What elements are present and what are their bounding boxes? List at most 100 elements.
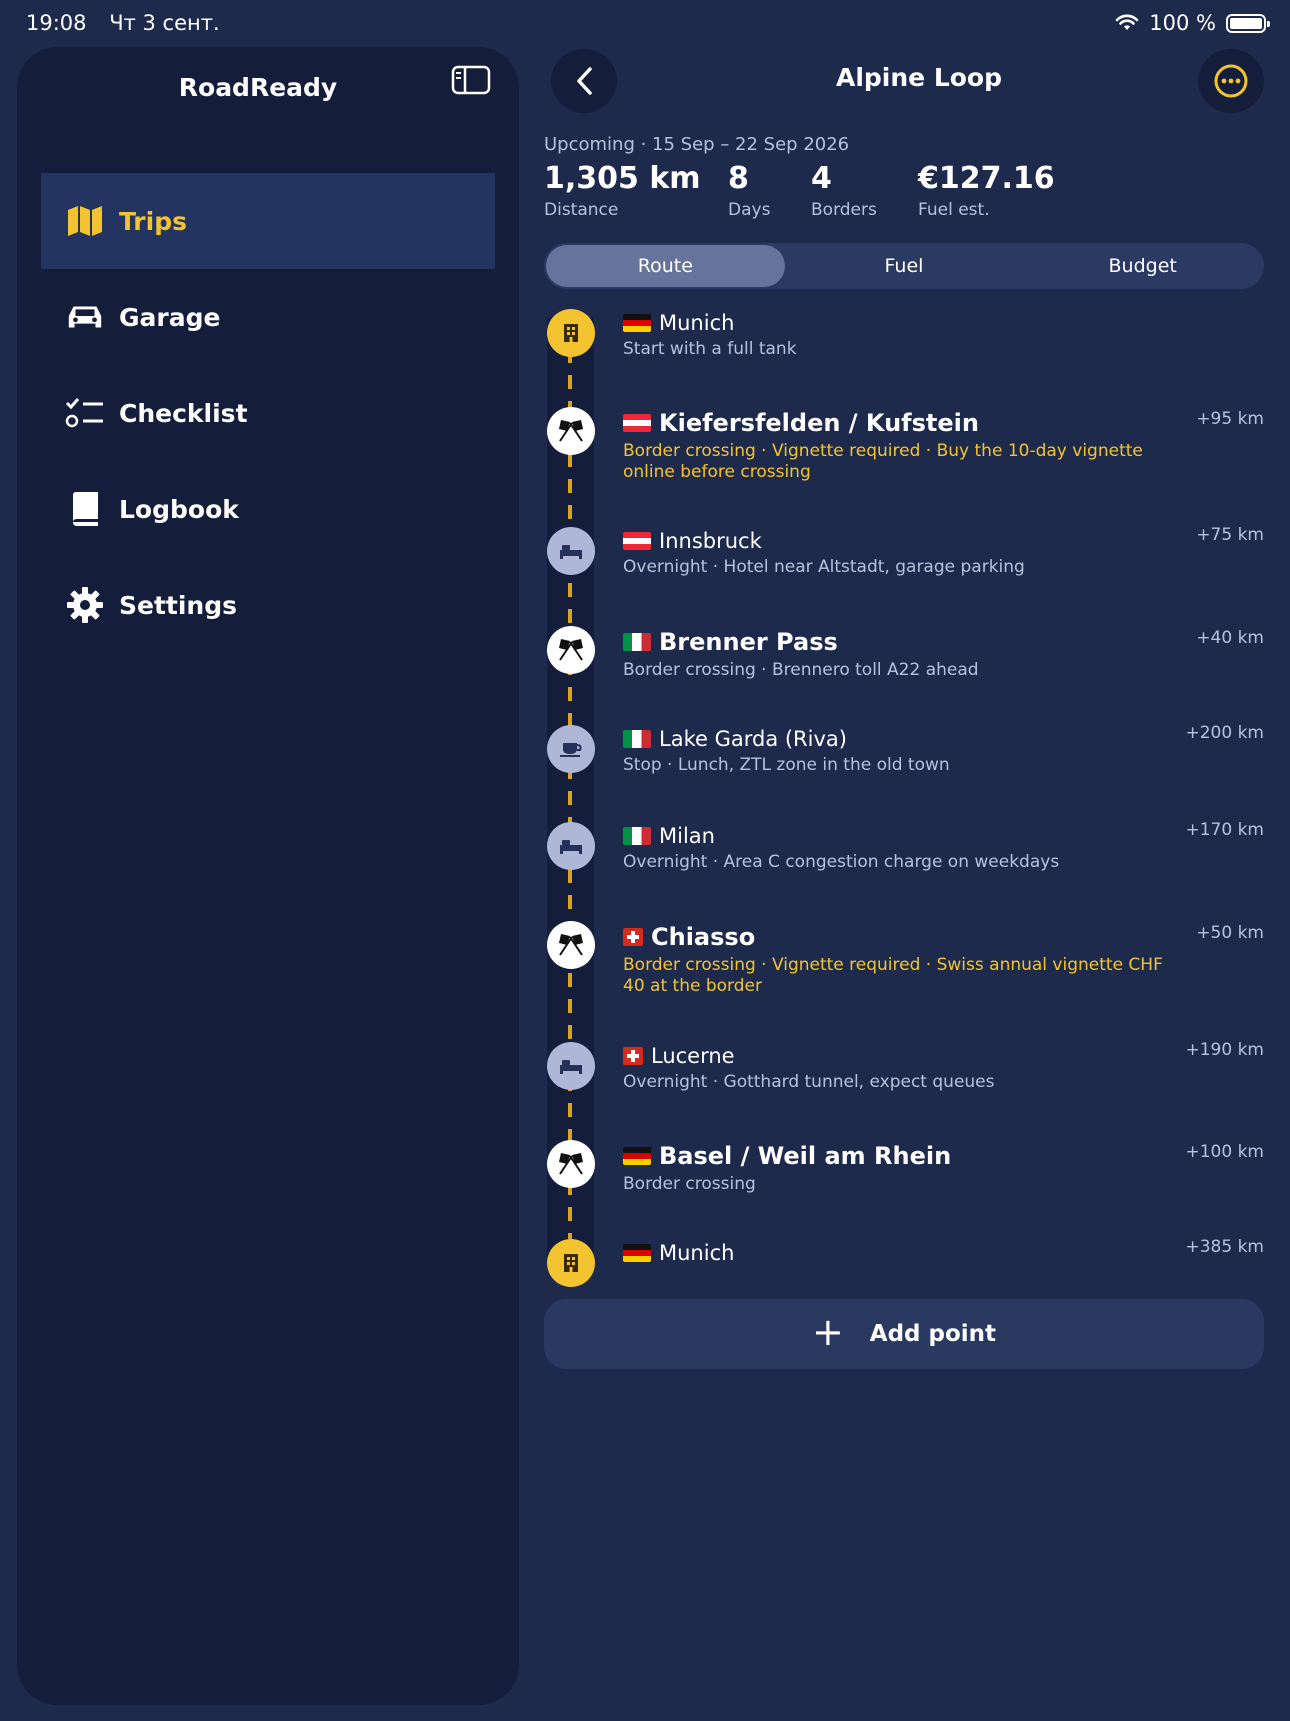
stop-note: Start with a full tank (623, 339, 797, 359)
stop-distance: +100 km (1185, 1142, 1264, 1162)
sidebar-item-checklist[interactable]: Checklist (41, 365, 495, 461)
flag-de-icon (623, 1244, 651, 1262)
battery-icon (1226, 13, 1270, 33)
stat-label: Borders (811, 200, 877, 220)
stop-name: Munich (623, 1241, 734, 1265)
stat-days: 8 Days (728, 161, 811, 220)
stop-name: Brenner Pass (623, 628, 979, 656)
stop-body: Chiasso Border crossing · Vignette requir… (623, 923, 1163, 997)
stop-name: Lake Garda (Riva) (623, 727, 950, 751)
stop-note: Overnight · Gotthard tunnel, expect queu… (623, 1072, 995, 1092)
main-panel: Alpine Loop Upcoming · 15 Sep – 22 Sep 2… (544, 47, 1264, 1707)
flag-ch-icon (623, 1047, 643, 1065)
stop-name: Innsbruck (623, 529, 1025, 553)
sidebar-header: RoadReady (17, 47, 519, 111)
stop-name-text: Lucerne (651, 1044, 735, 1068)
flag-de-icon (623, 1147, 651, 1165)
flag-de-icon (623, 314, 651, 332)
stop-body: Lake Garda (Riva) Stop · Lunch, ZTL zone … (623, 727, 950, 776)
add-point-button[interactable]: + Add point (544, 1299, 1264, 1369)
stat-distance: 1,305 km Distance (544, 161, 728, 220)
building-icon (547, 309, 595, 357)
stop-distance: +75 km (1196, 525, 1264, 545)
view-tabs: Route Fuel Budget (544, 243, 1264, 289)
stop-body: Munich Start with a full tank (623, 311, 797, 360)
stop-note: Border crossing · Vignette required · Bu… (623, 441, 1143, 482)
trip-meta: Upcoming · 15 Sep – 22 Sep 2026 (544, 134, 850, 155)
sidebar-item-trips[interactable]: Trips (41, 173, 495, 269)
status-date: Чт 3 сент. (109, 11, 220, 35)
flag-it-icon (623, 827, 651, 845)
flag-ch-icon (623, 928, 643, 946)
stop-distance: +170 km (1185, 820, 1264, 840)
crossed-flags-icon (547, 1140, 595, 1188)
stop-body: Munich (623, 1241, 734, 1265)
building-icon (547, 1239, 595, 1287)
stop-name-text: Basel / Weil am Rhein (659, 1142, 952, 1170)
battery-percent: 100 % (1149, 11, 1216, 35)
checklist-icon (65, 393, 105, 433)
sidebar-item-label: Trips (119, 206, 187, 236)
stop-note: Overnight · Hotel near Altstadt, garage … (623, 557, 1025, 577)
stop-distance: +95 km (1196, 409, 1264, 429)
stat-label: Fuel est. (918, 200, 990, 220)
sidebar-item-garage[interactable]: Garage (41, 269, 495, 365)
cup-icon (547, 725, 595, 773)
crossed-flags-icon (547, 921, 595, 969)
flag-at-icon (623, 414, 651, 432)
map-icon (65, 201, 105, 241)
stop-name: Chiasso (623, 923, 1163, 951)
stop-name-text: Chiasso (651, 923, 756, 951)
bed-icon (547, 822, 595, 870)
sidebar-nav: Trips Garage Checklist Logbook Settings (17, 173, 519, 653)
tab-budget[interactable]: Budget (1023, 245, 1262, 287)
stop-distance: +40 km (1196, 628, 1264, 648)
crossed-flags-icon (547, 407, 595, 455)
stat-value: 1,305 km (544, 161, 701, 196)
stop-name-text: Kiefersfelden / Kufstein (659, 409, 979, 437)
stop-note: Border crossing · Brennero toll A22 ahea… (623, 660, 979, 680)
plus-icon: + (811, 1310, 844, 1354)
flag-at-icon (623, 532, 651, 550)
sidebar-item-logbook[interactable]: Logbook (41, 461, 495, 557)
status-time: 19:08 (26, 11, 87, 35)
stop-body: Basel / Weil am Rhein Border crossing (623, 1142, 951, 1195)
book-icon (65, 489, 105, 529)
flag-it-icon (623, 730, 651, 748)
status-left: 19:08 Чт 3 сент. (26, 11, 236, 35)
topbar: Alpine Loop (544, 47, 1264, 113)
stat-label: Distance (544, 200, 619, 220)
sidebar-item-label: Checklist (119, 398, 248, 428)
stop-note: Border crossing · Vignette required · Sw… (623, 955, 1163, 996)
wifi-icon (1115, 14, 1139, 30)
crossed-flags-icon (547, 626, 595, 674)
stop-name-text: Milan (659, 824, 715, 848)
stop-name-text: Lake Garda (Riva) (659, 727, 847, 751)
tab-fuel[interactable]: Fuel (785, 245, 1024, 287)
stat-fuel: €127.16 Fuel est. (918, 161, 1055, 220)
stop-name: Milan (623, 824, 1059, 848)
stop-body: Milan Overnight · Area C congestion charg… (623, 824, 1059, 873)
gear-icon (65, 585, 105, 625)
sidebar-item-settings[interactable]: Settings (41, 557, 495, 653)
ellipsis-circle-icon (1214, 64, 1248, 98)
stat-value: 4 (811, 161, 832, 196)
stop-name-text: Brenner Pass (659, 628, 838, 656)
trip-stats: 1,305 km Distance 8 Days 4 Borders €127.… (544, 161, 1264, 220)
bed-icon (547, 527, 595, 575)
sidebar-item-label: Settings (119, 590, 238, 620)
stop-distance: +50 km (1196, 923, 1264, 943)
flag-it-icon (623, 633, 651, 651)
stop-name-text: Munich (659, 1241, 735, 1265)
car-icon (65, 297, 105, 337)
tab-route[interactable]: Route (546, 245, 785, 287)
route-dashed-line (568, 349, 572, 1239)
sidebar-item-label: Logbook (119, 494, 239, 524)
stop-body: Innsbruck Overnight · Hotel near Altstadt… (623, 529, 1025, 578)
status-bar: 19:08 Чт 3 сент. 100 % (0, 0, 1290, 46)
more-button[interactable] (1198, 49, 1264, 113)
stop-distance: +385 km (1185, 1237, 1264, 1257)
sidebar-toggle-icon[interactable] (451, 65, 491, 95)
stop-body: Kiefersfelden / Kufstein Border crossing … (623, 409, 1163, 483)
stop-name: Munich (623, 311, 797, 335)
